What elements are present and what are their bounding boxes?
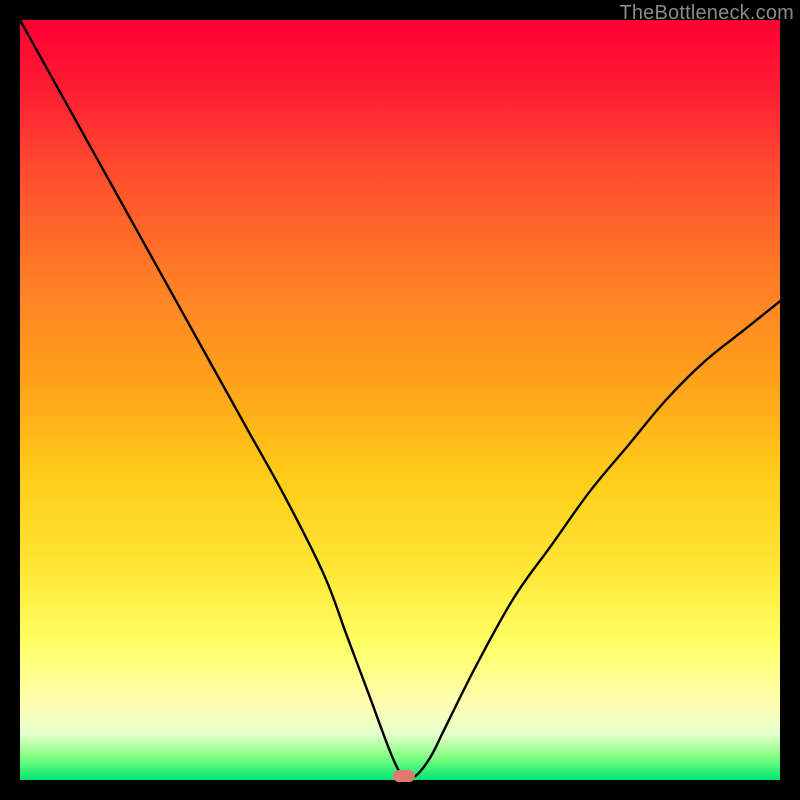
chart-frame: TheBottleneck.com [0,0,800,800]
optimal-marker [393,770,415,782]
watermark-text: TheBottleneck.com [619,2,794,25]
curve-path [20,20,780,779]
bottleneck-curve [20,20,780,780]
plot-area [20,20,780,780]
